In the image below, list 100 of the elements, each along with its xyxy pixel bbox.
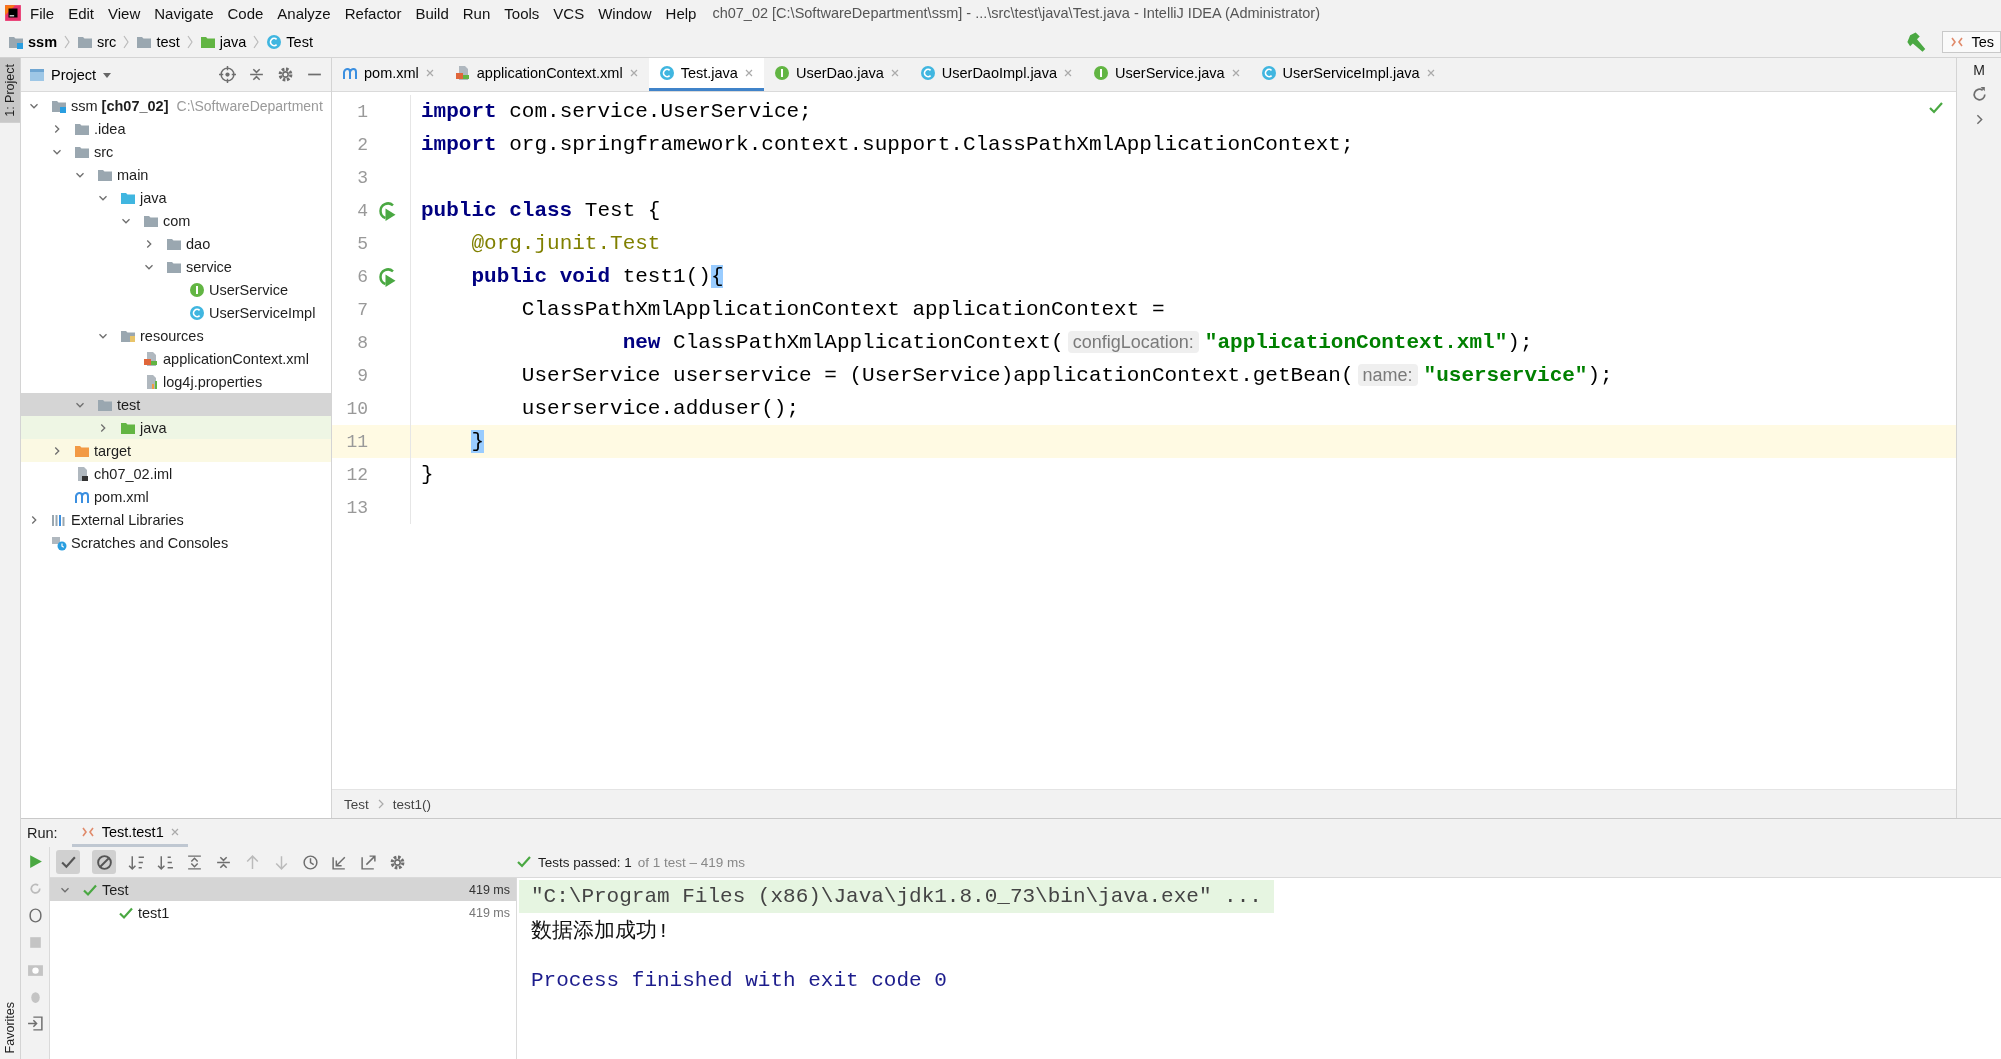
xml-file-icon: [454, 65, 471, 81]
run-gutter-icon[interactable]: [378, 200, 398, 221]
tree-item[interactable]: java: [21, 186, 331, 209]
tool-window-tab[interactable]: M: [1973, 62, 1985, 78]
line-number: 5: [356, 233, 368, 254]
collapse-all-icon[interactable]: [248, 66, 265, 83]
breadcrumb[interactable]: Test: [344, 796, 369, 812]
editor-tab[interactable]: UserService.java: [1083, 58, 1251, 91]
line-number: 10: [345, 398, 368, 419]
clock-icon[interactable]: [302, 853, 319, 871]
sort-icon[interactable]: [157, 853, 174, 871]
menu-item[interactable]: Build: [409, 2, 455, 24]
menu-item[interactable]: Tools: [498, 2, 546, 24]
run-gutter-icon[interactable]: [378, 266, 398, 287]
tree-item[interactable]: java: [21, 416, 331, 439]
line-number: 2: [356, 134, 368, 155]
line-number: 12: [345, 464, 368, 485]
xml-file-icon: [143, 350, 159, 367]
breadcrumb[interactable]: java: [197, 33, 249, 50]
editor-tab[interactable]: UserServiceImpl.java: [1250, 58, 1446, 91]
exit-icon[interactable]: [26, 1015, 44, 1032]
test-item[interactable]: test1 419 ms: [50, 901, 516, 924]
tree-item[interactable]: .idea: [21, 117, 331, 140]
menu-item[interactable]: Refactor: [338, 2, 408, 24]
app-logo-icon: [4, 4, 22, 22]
tree-item[interactable]: resources: [21, 324, 331, 347]
test-item[interactable]: Test 419 ms: [50, 878, 516, 901]
console-line: 数据添加成功!: [530, 918, 671, 945]
menu-item[interactable]: Analyze: [271, 2, 337, 24]
tree-item[interactable]: log4j.properties: [21, 370, 331, 393]
line-number: 8: [356, 332, 368, 353]
project-path: C:\SoftwareDepartment: [176, 97, 323, 114]
menu-item[interactable]: Run: [456, 2, 497, 24]
file-icon: [342, 65, 358, 81]
menu-item[interactable]: Edit: [62, 2, 101, 24]
line-number: 11: [345, 431, 368, 452]
code-line: public class Test {: [421, 199, 661, 222]
tree-item[interactable]: ch07_02.iml: [21, 462, 331, 485]
breadcrumb[interactable]: src: [75, 33, 119, 50]
tree-item[interactable]: service: [21, 255, 331, 278]
separator-icon: [376, 798, 385, 810]
code-line: UserService userservice = (UserService)applicationContext.getBean( name: "userservice");: [520, 364, 1613, 387]
run-configuration-selector[interactable]: Tes: [1942, 30, 2001, 53]
menu-item[interactable]: View: [102, 2, 147, 24]
tree-item[interactable]: pom.xml: [21, 485, 331, 508]
window-title: ch07_02 [C:\SoftwareDepartment\ssm] - ...\src\test\java\Test.java - IntelliJ IDEA (Administrator): [712, 5, 1320, 21]
test-summary: of 1 test – 419 ms: [637, 854, 746, 870]
menu-item[interactable]: Code: [221, 2, 270, 24]
menu-item[interactable]: File: [24, 2, 61, 24]
editor-tab[interactable]: UserDaoImpl.java: [909, 58, 1083, 91]
export-icon[interactable]: [360, 853, 377, 871]
breadcrumb[interactable]: Test: [264, 33, 315, 50]
settings-icon[interactable]: [389, 853, 406, 871]
editor-tab[interactable]: pom.xml: [332, 58, 445, 91]
editor-tab[interactable]: UserDao.java: [763, 58, 910, 91]
menu-item[interactable]: Help: [659, 2, 703, 24]
code-line: import com.service.UserService;: [421, 100, 812, 123]
tree-item[interactable]: Scratches and Consoles: [21, 531, 331, 554]
tool-window-tab[interactable]: Favorites: [0, 995, 20, 1059]
settings-icon[interactable]: [277, 66, 294, 83]
editor-tab[interactable]: applicationContext.xml: [444, 58, 649, 91]
tree-item[interactable]: src: [21, 140, 331, 163]
breadcrumb[interactable]: test: [134, 33, 182, 50]
tree-item[interactable]: test: [21, 393, 331, 416]
panel-icon: [29, 66, 45, 83]
editor-tab[interactable]: Test.java: [648, 58, 764, 91]
filter-toggle[interactable]: [92, 850, 116, 874]
tool-window-tab[interactable]: 1: Project: [0, 58, 20, 123]
scratch-icon: [51, 534, 67, 551]
class-icon: [266, 33, 283, 50]
class-icon: [919, 65, 936, 81]
code-line: import org.springframework.context.support.ClassPathXmlApplicationContext;: [421, 133, 1354, 156]
breadcrumb[interactable]: ssm: [6, 33, 60, 50]
tree-item[interactable]: applicationContext.xml: [21, 347, 331, 370]
tree-item[interactable]: UserService: [21, 278, 331, 301]
tree-item[interactable]: dao: [21, 232, 331, 255]
filter-toggle[interactable]: [56, 850, 80, 874]
tree-item[interactable]: target: [21, 439, 331, 462]
breadcrumb[interactable]: test1(): [392, 796, 432, 812]
menu-item[interactable]: Window: [592, 2, 658, 24]
locate-icon[interactable]: [219, 66, 236, 83]
code-line: public void test1(){: [470, 265, 724, 288]
project-view-selector[interactable]: Project: [29, 66, 113, 83]
tree-item[interactable]: External Libraries: [21, 508, 331, 531]
tree-item[interactable]: UserServiceImpl: [21, 301, 331, 324]
line-number: 3: [356, 167, 368, 188]
test-duration: 419 ms: [469, 905, 510, 920]
interface-icon: [189, 281, 205, 298]
tree-item[interactable]: main: [21, 163, 331, 186]
tree-item[interactable]: com: [21, 209, 331, 232]
menu-item[interactable]: Navigate: [148, 2, 220, 24]
tree-item[interactable]: ssm [ch07_02] C:\SoftwareDepartment: [21, 94, 331, 117]
refresh-icon[interactable]: [1970, 86, 1988, 103]
sort-icon[interactable]: [128, 853, 145, 871]
line-number: 9: [356, 365, 368, 386]
interface-icon: [773, 65, 790, 81]
close-icon[interactable]: [743, 68, 754, 78]
menu-item[interactable]: VCS: [547, 2, 591, 24]
expand-all-icon[interactable]: [186, 853, 203, 871]
test-status: Tests passed: 1: [538, 854, 632, 870]
